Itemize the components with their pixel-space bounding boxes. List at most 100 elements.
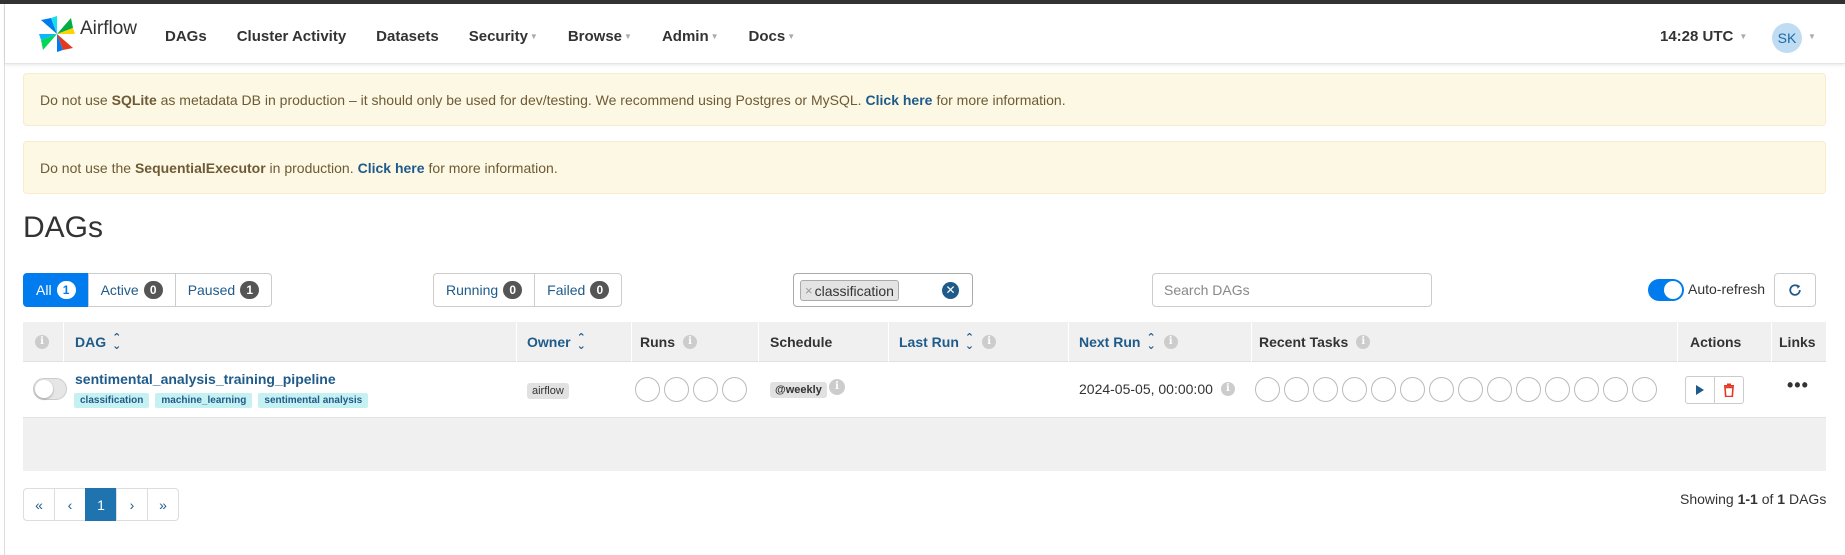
first-page-button[interactable]: «: [23, 488, 55, 521]
header-owner[interactable]: Owner ⌃ ⌄: [527, 322, 586, 362]
info-icon[interactable]: i: [1356, 335, 1371, 349]
last-page-button[interactable]: »: [147, 488, 179, 521]
nav-admin-label: Admin: [661, 27, 709, 45]
showing-range: 1-1: [1737, 491, 1758, 507]
status-circle[interactable]: [693, 377, 718, 402]
nav-admin[interactable]: Admin ▼: [662, 28, 719, 45]
alert-text-pre: Do not use the: [40, 159, 135, 176]
play-icon: [1696, 385, 1704, 395]
alert-text-mid: in production.: [265, 159, 354, 176]
info-icon[interactable]: i: [35, 335, 49, 349]
status-circle[interactable]: [1342, 377, 1367, 402]
schedule-chip[interactable]: @weekly: [770, 382, 827, 398]
filter-all-button[interactable]: All 1: [23, 273, 89, 307]
status-circle[interactable]: [1632, 377, 1657, 402]
trigger-dag-button[interactable]: [1685, 376, 1715, 404]
nav-datasets[interactable]: Datasets: [376, 28, 439, 45]
status-circle[interactable]: [1545, 377, 1570, 402]
filter-active-label: Active: [100, 282, 139, 298]
info-icon[interactable]: i: [1220, 382, 1235, 396]
filter-failed-button[interactable]: Failed 0: [534, 273, 623, 307]
column-divider: [63, 322, 64, 362]
utc-clock-dropdown[interactable]: 14:28 UTC ▼: [1660, 28, 1747, 45]
page-1-button[interactable]: 1: [85, 488, 117, 521]
nav-browse[interactable]: Browse ▼: [568, 28, 632, 45]
filter-paused-label: Paused: [187, 282, 236, 298]
status-circle[interactable]: [1429, 377, 1454, 402]
status-circle[interactable]: [1400, 377, 1425, 402]
status-circle[interactable]: [1516, 377, 1541, 402]
nav-cluster-activity[interactable]: Cluster Activity: [237, 28, 346, 45]
user-avatar[interactable]: SK: [1772, 23, 1802, 53]
next-run-cell: 2024-05-05, 00:00:00 i: [1079, 381, 1235, 397]
tag-filter-select[interactable]: × classification ✕: [793, 273, 973, 307]
brand-name: Airflow: [80, 18, 138, 39]
remove-tag-icon[interactable]: ×: [805, 283, 813, 298]
header-recent-tasks-label: Recent Tasks: [1259, 334, 1349, 350]
search-dags-input[interactable]: [1152, 273, 1432, 307]
refresh-button[interactable]: [1774, 273, 1816, 307]
header-runs-label: Runs: [640, 334, 675, 350]
links-menu-button[interactable]: •••: [1787, 375, 1809, 396]
filter-running-label: Running: [446, 282, 499, 298]
info-icon[interactable]: i: [1163, 335, 1178, 349]
chevron-down-icon[interactable]: ▼: [1808, 32, 1816, 41]
nav-docs-label: Docs: [748, 27, 786, 45]
clear-tags-icon[interactable]: ✕: [942, 282, 959, 299]
nav-security[interactable]: Security ▼: [469, 28, 538, 45]
status-circle[interactable]: [1284, 377, 1309, 402]
filter-active-button[interactable]: Active 0: [87, 273, 176, 307]
toggle-knob: [1664, 281, 1682, 299]
brand-link[interactable]: Airflow: [37, 14, 137, 54]
dag-tag[interactable]: machine_learning: [155, 393, 253, 408]
run-state-filter-group: Running 0 Failed 0: [433, 273, 623, 307]
header-dag-label: DAG: [75, 334, 107, 350]
status-circle[interactable]: [1574, 377, 1599, 402]
auto-refresh-toggle[interactable]: [1648, 279, 1684, 301]
schedule-info-icon[interactable]: i: [829, 379, 845, 395]
header-links: Links: [1779, 322, 1816, 362]
executor-warning-alert: Do not use the SequentialExecutor in pro…: [23, 141, 1826, 194]
header-recent-tasks: Recent Tasks i: [1259, 322, 1371, 362]
chevron-down-icon: ▼: [624, 31, 632, 41]
filter-running-button[interactable]: Running 0: [433, 273, 536, 307]
status-circle[interactable]: [664, 377, 689, 402]
status-filter-group: All 1 Active 0 Paused 1: [23, 273, 273, 307]
status-circle[interactable]: [1313, 377, 1338, 402]
status-circle[interactable]: [1255, 377, 1280, 402]
dag-tag[interactable]: classification: [74, 393, 150, 408]
status-circle[interactable]: [1458, 377, 1483, 402]
header-dag[interactable]: DAG ⌃ ⌄: [75, 322, 121, 362]
alert-link[interactable]: Click here: [358, 160, 425, 176]
header-last-run[interactable]: Last Run ⌃ ⌄ i: [899, 322, 997, 362]
dag-id-link[interactable]: sentimental_analysis_training_pipeline: [75, 371, 336, 387]
column-divider: [888, 322, 889, 362]
status-circle[interactable]: [1371, 377, 1396, 402]
nav-docs[interactable]: Docs ▼: [749, 28, 796, 45]
nav-dags[interactable]: DAGs: [165, 28, 207, 45]
status-circle[interactable]: [635, 377, 660, 402]
dag-tag[interactable]: sentimental analysis: [258, 393, 369, 408]
alert-bold: SequentialExecutor: [134, 159, 266, 176]
status-circle[interactable]: [722, 377, 747, 402]
status-circle[interactable]: [1603, 377, 1628, 402]
table-header: i DAG ⌃ ⌄ Owner ⌃ ⌄ Runs i Schedule Last Run ⌃…: [23, 322, 1826, 362]
chevron-down-icon: ▼: [710, 31, 719, 41]
recent-tasks-circles: [1255, 377, 1661, 402]
column-divider: [1251, 322, 1252, 362]
next-page-button[interactable]: ›: [116, 488, 148, 521]
status-circle[interactable]: [1487, 377, 1512, 402]
count-badge: 0: [143, 281, 163, 299]
owner-chip[interactable]: airflow: [527, 383, 569, 399]
delete-dag-button[interactable]: [1714, 376, 1744, 404]
info-icon[interactable]: i: [683, 335, 697, 349]
header-schedule-label: Schedule: [770, 334, 833, 350]
filter-paused-button[interactable]: Paused 1: [174, 273, 273, 307]
prev-page-button[interactable]: ‹: [54, 488, 86, 521]
info-icon[interactable]: i: [982, 335, 997, 349]
dag-pause-toggle[interactable]: [33, 378, 67, 400]
alert-link[interactable]: Click here: [866, 92, 933, 108]
header-owner-label: Owner: [527, 334, 571, 350]
header-actions-label: Actions: [1690, 334, 1742, 350]
header-next-run[interactable]: Next Run ⌃ ⌄ i: [1079, 322, 1178, 362]
